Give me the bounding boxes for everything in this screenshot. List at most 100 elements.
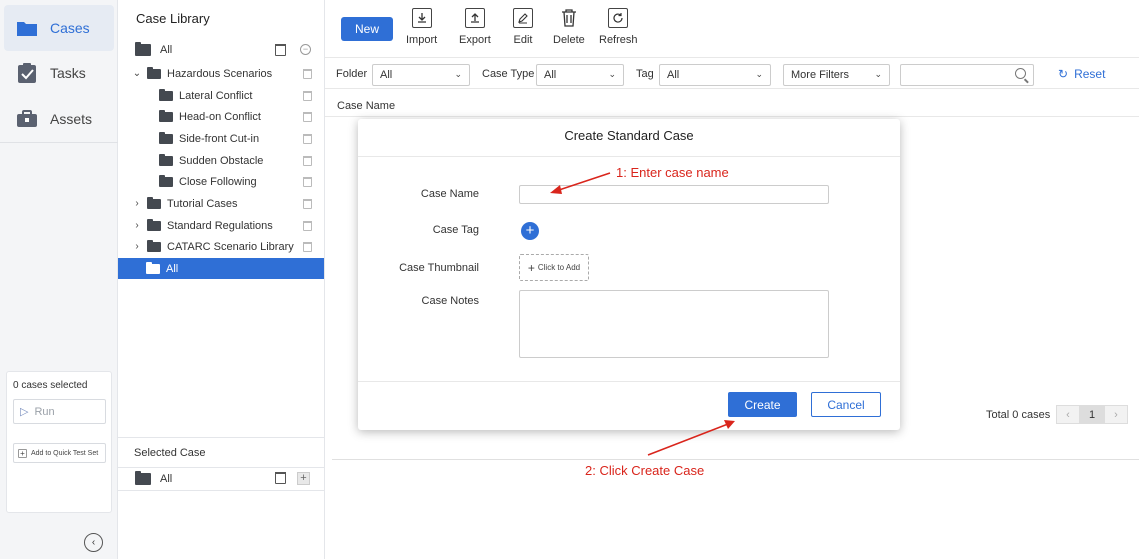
delete-icon[interactable]: [275, 44, 286, 56]
add-to-quick-test-button[interactable]: + Add to Quick Test Set: [13, 443, 106, 463]
add-icon[interactable]: +: [297, 472, 310, 485]
delete-icon[interactable]: [303, 134, 312, 144]
chevron-right-icon[interactable]: ›: [132, 220, 142, 231]
chevron-down-icon: ⌄: [874, 69, 882, 79]
chevron-left-icon: ‹: [91, 537, 96, 548]
refresh-label: Refresh: [599, 34, 638, 46]
delete-icon[interactable]: [303, 156, 312, 166]
plus-icon: +: [18, 448, 27, 458]
collapse-sidebar-button[interactable]: ‹: [84, 533, 103, 552]
tree-root-all[interactable]: All −: [118, 39, 324, 60]
more-filters-label: More Filters: [791, 69, 850, 81]
case-tag-label: Case Tag: [432, 224, 479, 236]
thumbnail-upload[interactable]: + Click to Add: [519, 254, 589, 281]
case-name-label: Case Name: [420, 188, 479, 200]
tree-node-tutorial-cases[interactable]: › Tutorial Cases: [118, 193, 324, 214]
cancel-button[interactable]: Cancel: [811, 392, 881, 417]
table-header-divider: [325, 116, 1139, 117]
delete-button[interactable]: Delete: [553, 8, 585, 46]
tag-select[interactable]: All ⌄: [659, 64, 771, 86]
chevron-right-icon[interactable]: ›: [132, 198, 142, 209]
tree-node-side-front-cut-in[interactable]: Side-front Cut-in: [118, 128, 324, 149]
folder-icon: [147, 218, 161, 231]
delete-label: Delete: [553, 34, 585, 46]
case-type-select-value: All: [544, 69, 557, 81]
tree-node-standard-regulations[interactable]: › Standard Regulations: [118, 215, 324, 236]
tree-node-all-selected[interactable]: All: [118, 258, 324, 279]
dialog-header-divider: [358, 156, 900, 157]
delete-icon[interactable]: [303, 69, 312, 79]
tag-select-value: All: [667, 69, 680, 81]
tree-node-lateral-conflict[interactable]: Lateral Conflict: [118, 85, 324, 106]
edit-label: Edit: [513, 34, 533, 46]
collapse-all-icon[interactable]: −: [300, 44, 311, 55]
import-icon: [411, 8, 432, 28]
page-number[interactable]: 1: [1080, 405, 1104, 424]
total-count: Total 0 cases: [986, 409, 1051, 421]
folder-select[interactable]: All ⌄: [372, 64, 470, 86]
export-icon: [464, 8, 485, 28]
search-input[interactable]: [900, 64, 1034, 86]
tree-node-head-on-conflict[interactable]: Head-on Conflict: [118, 106, 324, 127]
delete-icon[interactable]: [303, 221, 312, 231]
case-notes-textarea[interactable]: [519, 290, 829, 358]
create-button[interactable]: Create: [728, 392, 797, 417]
folder-icon: [159, 88, 173, 101]
chevron-right-icon[interactable]: ›: [132, 241, 142, 252]
tree-node-hazardous-scenarios[interactable]: ⌄ Hazardous Scenarios: [118, 63, 324, 84]
import-button[interactable]: Import: [406, 8, 437, 46]
folder-icon: [135, 41, 151, 56]
search-icon[interactable]: [1015, 68, 1026, 79]
delete-icon[interactable]: [303, 177, 312, 187]
add-tag-button[interactable]: +: [521, 222, 539, 240]
more-filters-select[interactable]: More Filters ⌄: [783, 64, 890, 86]
delete-icon[interactable]: [275, 472, 286, 484]
tree-label: Tutorial Cases: [167, 197, 238, 210]
new-button[interactable]: New: [341, 17, 393, 41]
run-button[interactable]: ▷ Run: [13, 399, 106, 424]
dialog-title: Create Standard Case: [564, 128, 694, 143]
nav-item-tasks[interactable]: Tasks: [4, 50, 114, 96]
next-page-button[interactable]: ›: [1104, 405, 1128, 424]
selected-case-bottom-divider: [118, 490, 324, 491]
edit-button[interactable]: Edit: [513, 8, 533, 46]
selected-case-all[interactable]: All +: [118, 468, 324, 489]
reset-icon: ↻: [1058, 67, 1069, 81]
delete-icon[interactable]: [303, 91, 312, 101]
tree-label: Standard Regulations: [167, 219, 273, 232]
prev-page-button[interactable]: ‹: [1056, 405, 1080, 424]
tree-label: CATARC Scenario Library: [167, 240, 294, 253]
tree-label: All: [166, 262, 179, 275]
case-type-select[interactable]: All ⌄: [536, 64, 624, 86]
plus-icon: +: [527, 260, 535, 275]
quick-test-label: Add to Quick Test Set: [31, 449, 99, 457]
case-library-title: Case Library: [136, 11, 210, 26]
chevron-down-icon: ⌄: [454, 69, 462, 79]
column-header-case-name[interactable]: Case Name: [337, 100, 395, 112]
nav-item-assets[interactable]: Assets: [4, 96, 114, 142]
tree-node-sudden-obstacle[interactable]: Sudden Obstacle: [118, 150, 324, 171]
tree-node-catarc-scenario-library[interactable]: › CATARC Scenario Library: [118, 236, 324, 257]
reset-label: Reset: [1074, 67, 1106, 81]
selected-count: 0 cases selected: [13, 380, 88, 391]
export-button[interactable]: Export: [459, 8, 491, 46]
refresh-button[interactable]: Refresh: [599, 8, 638, 46]
delete-icon[interactable]: [303, 199, 312, 209]
tree-label: Lateral Conflict: [179, 89, 253, 102]
selected-case-title: Selected Case: [134, 447, 206, 459]
case-name-input[interactable]: [519, 185, 829, 204]
play-icon: ▷: [20, 406, 29, 418]
tree-node-close-following[interactable]: Close Following: [118, 171, 324, 192]
delete-icon[interactable]: [303, 112, 312, 122]
nav-item-cases[interactable]: Cases: [4, 5, 114, 51]
tree-label: Head-on Conflict: [179, 110, 261, 123]
chevron-down-icon[interactable]: ⌄: [132, 68, 142, 79]
case-library-panel: Case Library All − ⌄ Hazardous Scenarios…: [118, 0, 325, 559]
tree-label: Side-front Cut-in: [179, 132, 260, 145]
clipboard-check-icon: [14, 61, 40, 85]
case-thumbnail-label: Case Thumbnail: [399, 262, 479, 274]
reset-button[interactable]: ↻ Reset: [1058, 67, 1105, 81]
left-nav: Cases Tasks Assets 0 cases selected ▷ Ru…: [0, 0, 118, 559]
folder-icon: [147, 66, 161, 79]
delete-icon[interactable]: [303, 242, 312, 252]
